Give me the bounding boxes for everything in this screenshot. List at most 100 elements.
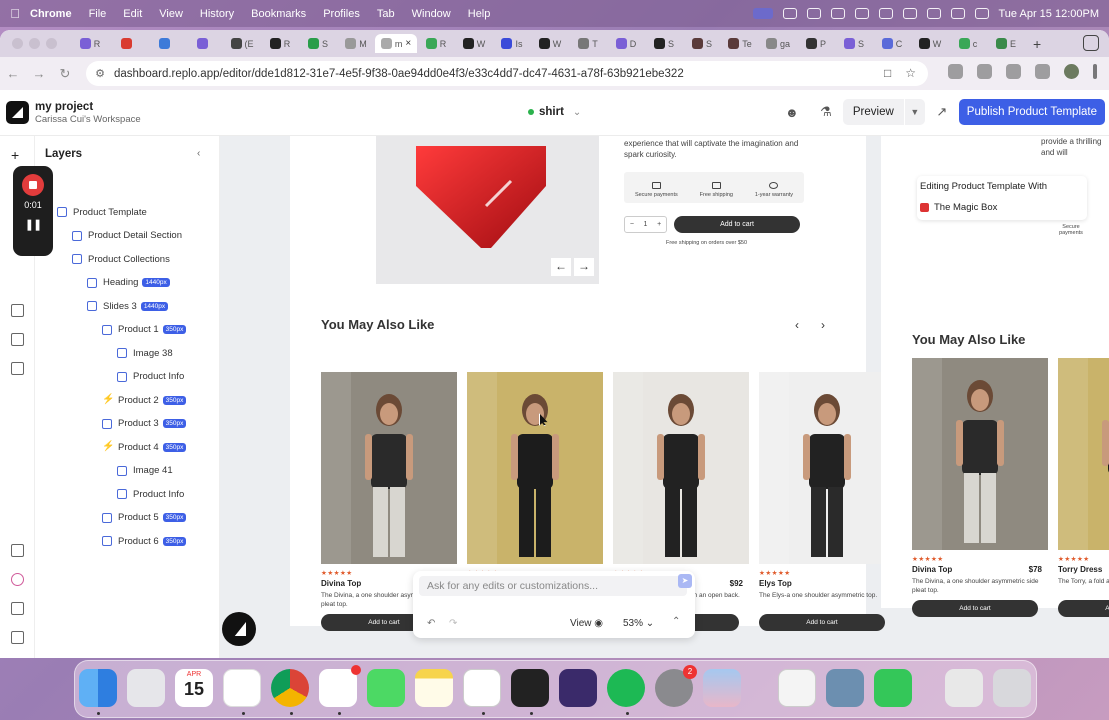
puzzle-icon[interactable] (977, 64, 992, 79)
menu-edit[interactable]: Edit (123, 8, 142, 20)
product-image[interactable] (759, 372, 895, 564)
card-add-to-cart-button[interactable]: Add to cart (912, 600, 1038, 617)
menu-file[interactable]: File (89, 8, 107, 20)
pages-icon[interactable] (11, 304, 24, 317)
browser-tab[interactable]: Is (493, 34, 531, 53)
artboard-desktop[interactable]: ← → experience that will captivate the i… (290, 136, 895, 631)
minimize-window-button[interactable] (29, 38, 40, 49)
new-tab-icon[interactable]: + (1033, 36, 1041, 52)
plus-icon[interactable]: + (657, 221, 661, 228)
close-window-button[interactable] (12, 38, 23, 49)
browser-tab[interactable]: R (71, 34, 109, 53)
stop-record-button[interactable] (22, 174, 44, 196)
menu-bookmarks[interactable]: Bookmarks (251, 8, 306, 20)
recent-image-icon[interactable] (945, 669, 983, 707)
download-icon[interactable] (1006, 64, 1021, 79)
wifi-icon[interactable] (926, 8, 941, 19)
figma-icon[interactable] (511, 669, 549, 707)
notion-icon[interactable] (463, 669, 501, 707)
layer-item[interactable]: Image 41 (117, 462, 173, 480)
browser-tab[interactable]: m × (375, 34, 417, 53)
hero-next-icon[interactable]: → (574, 258, 594, 276)
product-image[interactable] (613, 372, 749, 564)
launchpad-icon[interactable] (127, 669, 165, 707)
product-image[interactable] (1058, 358, 1109, 550)
layer-item[interactable]: ⚡ Product 2 350px (102, 391, 187, 409)
browser-tab[interactable]: M (337, 34, 375, 53)
preview-button[interactable]: Preview (842, 99, 904, 125)
gear-status-icon[interactable] (830, 8, 845, 19)
image-icon[interactable] (11, 333, 24, 346)
browser-tab[interactable]: R (261, 34, 299, 53)
extension-icon[interactable] (948, 64, 963, 79)
arc-icon[interactable] (559, 669, 597, 707)
browser-tab[interactable]: ga (759, 34, 797, 53)
browser-tab[interactable]: C (873, 34, 911, 53)
layer-item[interactable]: Product 5 350px (102, 509, 187, 527)
browser-tab[interactable]: E (987, 34, 1025, 53)
editing-product[interactable]: The Magic Box (920, 198, 1040, 216)
spotify-icon[interactable] (607, 669, 645, 707)
undo-icon[interactable]: ↶ (427, 618, 435, 629)
slack-icon[interactable] (319, 665, 361, 707)
page-selector[interactable]: shirt ⌄ (528, 106, 581, 118)
replo-logo-icon[interactable] (6, 101, 29, 124)
palette-icon[interactable] (11, 573, 24, 586)
calendar-icon[interactable]: APR 15 (175, 669, 213, 707)
pause-icon[interactable]: ❚❚ (13, 218, 53, 231)
menu-profiles[interactable]: Profiles (323, 8, 360, 20)
messages-icon[interactable] (367, 669, 405, 707)
browser-tab[interactable]: D (607, 34, 645, 53)
notion-status-icon[interactable] (782, 8, 797, 19)
collapse-panel-icon[interactable]: ‹ (197, 148, 200, 159)
add-icon[interactable]: + (11, 148, 24, 163)
tab-search-icon[interactable] (1083, 35, 1099, 51)
card-add-to-cart-button[interactable]: Add to cart (759, 614, 885, 631)
product-card[interactable]: ★★★★★ Elys Top The Elys-a one shoulder asy… (759, 372, 895, 631)
system-settings-icon[interactable]: 2 (655, 665, 697, 707)
trash-icon[interactable] (993, 669, 1031, 707)
play-status-icon[interactable] (878, 8, 893, 19)
browser-tab[interactable] (185, 34, 223, 53)
add-to-cart-button[interactable]: Add to cart (674, 216, 800, 233)
product-card[interactable]: ★★★★★ Divina Top $78 The Divina, a one shou… (912, 358, 1048, 617)
view-button[interactable]: View ◉ (570, 618, 603, 629)
archive-icon[interactable] (11, 544, 24, 557)
browser-tab[interactable]: W (455, 34, 493, 53)
users-icon[interactable]: ☻ (775, 105, 809, 120)
browser-tab[interactable] (147, 34, 185, 53)
layer-item[interactable]: Product Template (57, 203, 147, 221)
browser-tab[interactable]: P (797, 34, 835, 53)
project-info[interactable]: my project Carissa Cui's Workspace (35, 101, 141, 125)
replo-ai-fab-icon[interactable] (222, 612, 256, 646)
layer-item[interactable]: Slides 3 1440px (87, 297, 169, 315)
layer-item[interactable]: Product 1 350px (102, 321, 187, 339)
product-image[interactable] (912, 358, 1048, 550)
hero-image[interactable]: ← → (376, 136, 599, 284)
textedit-icon[interactable] (778, 669, 816, 707)
layer-item[interactable]: Product Collections (72, 250, 170, 268)
chevron-up-icon[interactable]: ⌃ (672, 616, 680, 627)
publish-button[interactable]: Publish Product Template (958, 99, 1105, 125)
browser-tab[interactable]: R (417, 34, 455, 53)
preview-app-icon[interactable] (826, 669, 864, 707)
back-icon[interactable]: ← (0, 66, 26, 81)
layer-item[interactable]: Product Detail Section (72, 227, 182, 245)
browser-tab[interactable]: W (911, 34, 949, 53)
redo-icon[interactable]: ↷ (449, 618, 457, 629)
ai-prompt-input[interactable]: Ask for any edits or customizations... (419, 576, 687, 596)
openai-status-icon[interactable] (854, 8, 869, 19)
screen-share-icon[interactable] (752, 8, 773, 19)
apple-icon[interactable]:  (0, 6, 30, 21)
zoom-dropdown[interactable]: 53% ⌄ (623, 618, 654, 629)
control-center-icon[interactable] (974, 8, 989, 19)
cast-icon[interactable]: □ (884, 66, 891, 80)
search-icon[interactable] (950, 8, 965, 19)
figma-status-icon[interactable] (806, 8, 821, 19)
bookmark-star-icon[interactable]: ☆ (905, 66, 916, 80)
layer-item[interactable]: Product 3 350px (102, 415, 187, 433)
facetime-icon[interactable] (874, 669, 912, 707)
menu-app-name[interactable]: Chrome (30, 8, 72, 20)
menu-help[interactable]: Help (468, 8, 491, 20)
card-add-to-cart-button[interactable]: Add to cart (1058, 600, 1109, 617)
